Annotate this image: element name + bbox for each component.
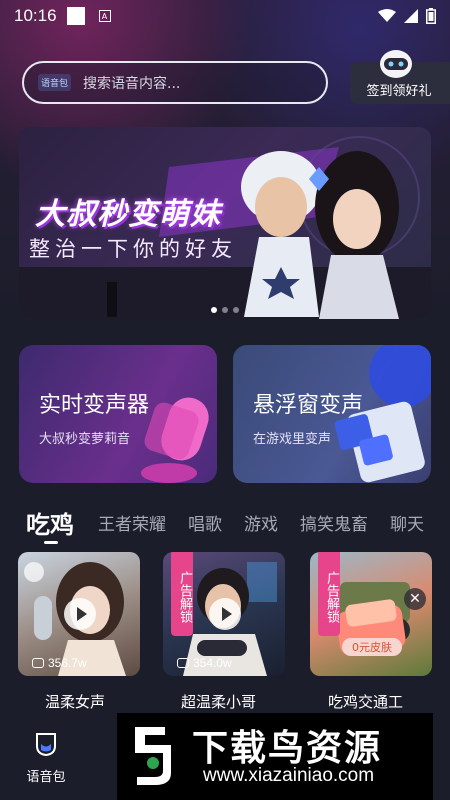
watermark-url: www.xiazainiao.com [203,765,375,786]
battery-icon [426,8,436,24]
status-time: 10:16 [14,6,57,25]
voice-item-card[interactable]: 广告解锁 354.0w [163,552,285,676]
nav-voice-pack[interactable]: 语音包 [20,732,72,785]
card-subtitle: 大叔秒变萝莉音 [39,432,131,447]
tab-chiji[interactable]: 吃鸡 [26,505,74,540]
banner-title: 大叔秒变萌妹 [35,197,221,232]
tab-funny[interactable]: 搞笑鬼畜 [300,510,368,535]
search-placeholder: 搜索语音内容... [83,75,181,92]
banner-dot [233,307,239,313]
search-category-tag: 语音包 [38,74,72,91]
card-title: 悬浮窗变声 [253,393,364,418]
status-indicators [378,8,436,24]
category-tabs: 吃鸡 王者荣耀 唱歌 游戏 搞笑鬼畜 聊天 [0,502,450,542]
tab-wangzhe[interactable]: 王者荣耀 [98,510,166,535]
voice-item-title[interactable]: 温柔女声 [45,691,105,712]
floating-window-voice-card[interactable]: 悬浮窗变声 在游戏里变声 [233,345,431,483]
tab-games[interactable]: 游戏 [244,510,278,535]
watermark-bird-logo [135,727,171,785]
voice-item-title[interactable]: 超温柔小哥 [181,691,256,712]
notification-square-icon [66,7,85,25]
status-bar: 10:16 A [0,0,450,32]
ad-unlock-badge: 广告解锁 [318,552,340,636]
realtime-voice-changer-card[interactable]: 实时变声器 大叔秒变萝莉音 [19,345,217,483]
banner-dot [222,307,228,313]
card-title: 实时变声器 [39,393,150,418]
tab-singing[interactable]: 唱歌 [188,510,222,535]
banner-pagination [211,307,239,313]
play-button[interactable] [64,598,96,630]
play-count: 356.7w [48,656,87,670]
voice-item-card[interactable]: 广告解锁 ✕ 0元皮肤 [310,552,432,676]
text-notification-icon: A [98,10,111,22]
watermark-overlay: 下载鸟资源 www.xiazainiao.com [117,713,433,800]
search-input[interactable]: 语音包 搜索语音内容... [22,61,328,104]
ad-unlock-badge: 广告解锁 [171,552,193,636]
promo-banner[interactable]: 大叔秒变萌妹 整治一下你的好友 [19,127,431,319]
play-count-icon [177,658,189,668]
play-button[interactable] [209,598,241,630]
banner-dot-active [211,307,217,313]
play-count-icon [32,658,44,668]
wifi-icon [378,9,396,22]
card-subtitle: 在游戏里变声 [253,432,332,447]
voice-item-card[interactable]: 356.7w [18,552,140,676]
signal-icon [404,9,418,23]
voice-item-title[interactable]: 吃鸡交通工 [328,691,403,712]
play-count: 354.0w [193,656,232,670]
watermark-title: 下载鸟资源 [192,728,383,769]
checkin-label: 签到领好礼 [366,84,432,99]
free-skin-chip: 0元皮肤 [342,638,402,656]
nav-voice-pack-label: 语音包 [26,770,66,785]
active-tab-indicator [44,541,58,544]
voice-pack-icon [36,733,56,757]
close-icon[interactable]: ✕ [404,588,426,610]
robot-mascot-icon[interactable] [378,48,414,80]
tab-chat[interactable]: 聊天 [390,510,424,535]
banner-subtitle: 整治一下你的好友 [29,237,237,261]
